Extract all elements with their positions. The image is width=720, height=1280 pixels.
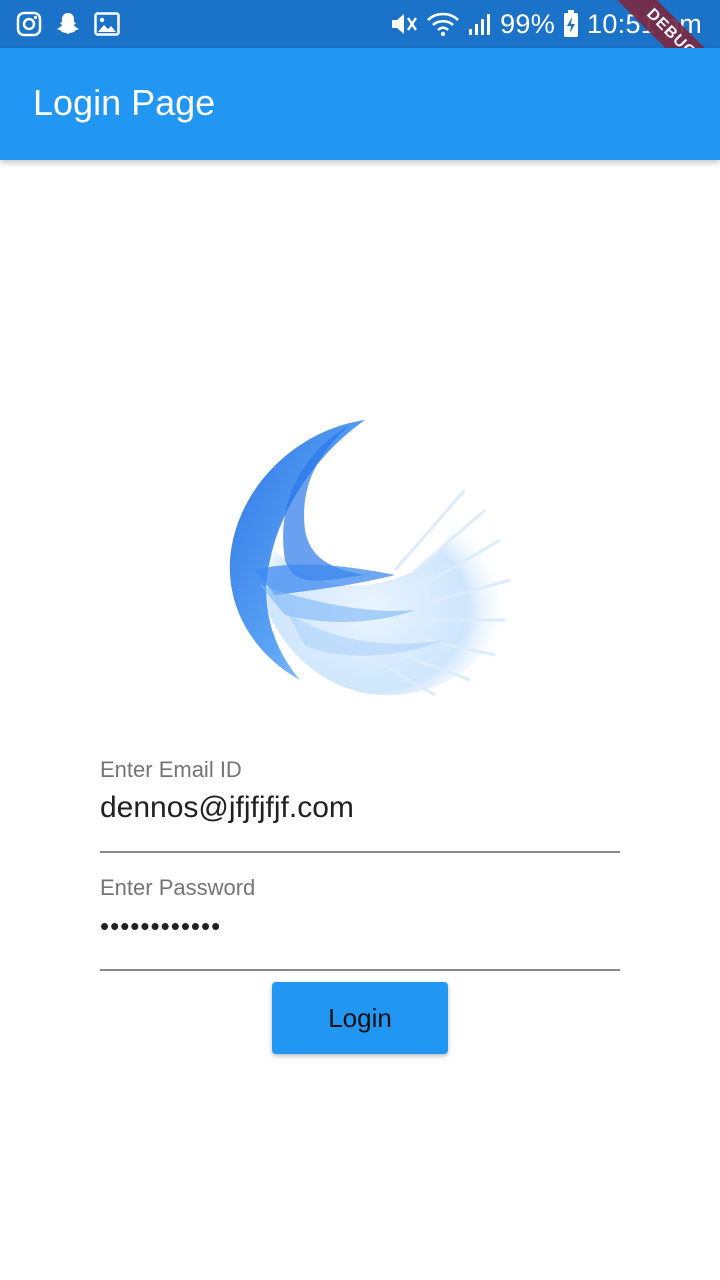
password-label: Enter Password bbox=[100, 875, 256, 900]
app-logo bbox=[215, 410, 525, 710]
snapchat-icon bbox=[56, 11, 80, 37]
battery-percent: 99% bbox=[500, 8, 556, 39]
vibrate-mute-icon bbox=[388, 10, 418, 38]
status-bar-left bbox=[16, 10, 120, 38]
email-label: Enter Email ID bbox=[100, 757, 242, 782]
app-bar: Login Page bbox=[0, 48, 720, 160]
battery-charging-icon bbox=[563, 10, 579, 38]
email-field[interactable]: Enter Email ID dennos@jfjfjfjf.com bbox=[100, 757, 620, 853]
password-underline bbox=[100, 969, 620, 971]
status-bar: 99% 10:51 pm bbox=[0, 0, 720, 48]
screen: 99% 10:51 pm DEBUG Login Page Enter Emai… bbox=[0, 0, 720, 1280]
instagram-icon bbox=[16, 11, 42, 37]
email-input[interactable]: dennos@jfjfjfjf.com bbox=[100, 791, 354, 825]
page-title: Login Page bbox=[33, 82, 216, 123]
email-underline bbox=[100, 851, 620, 853]
wifi-icon bbox=[426, 10, 460, 38]
signal-icon bbox=[468, 11, 492, 37]
password-input[interactable]: •••••••••••• bbox=[100, 911, 221, 942]
gallery-icon bbox=[94, 12, 120, 36]
login-button[interactable]: Login bbox=[272, 982, 448, 1054]
password-field[interactable]: Enter Password •••••••••••• bbox=[100, 875, 620, 971]
